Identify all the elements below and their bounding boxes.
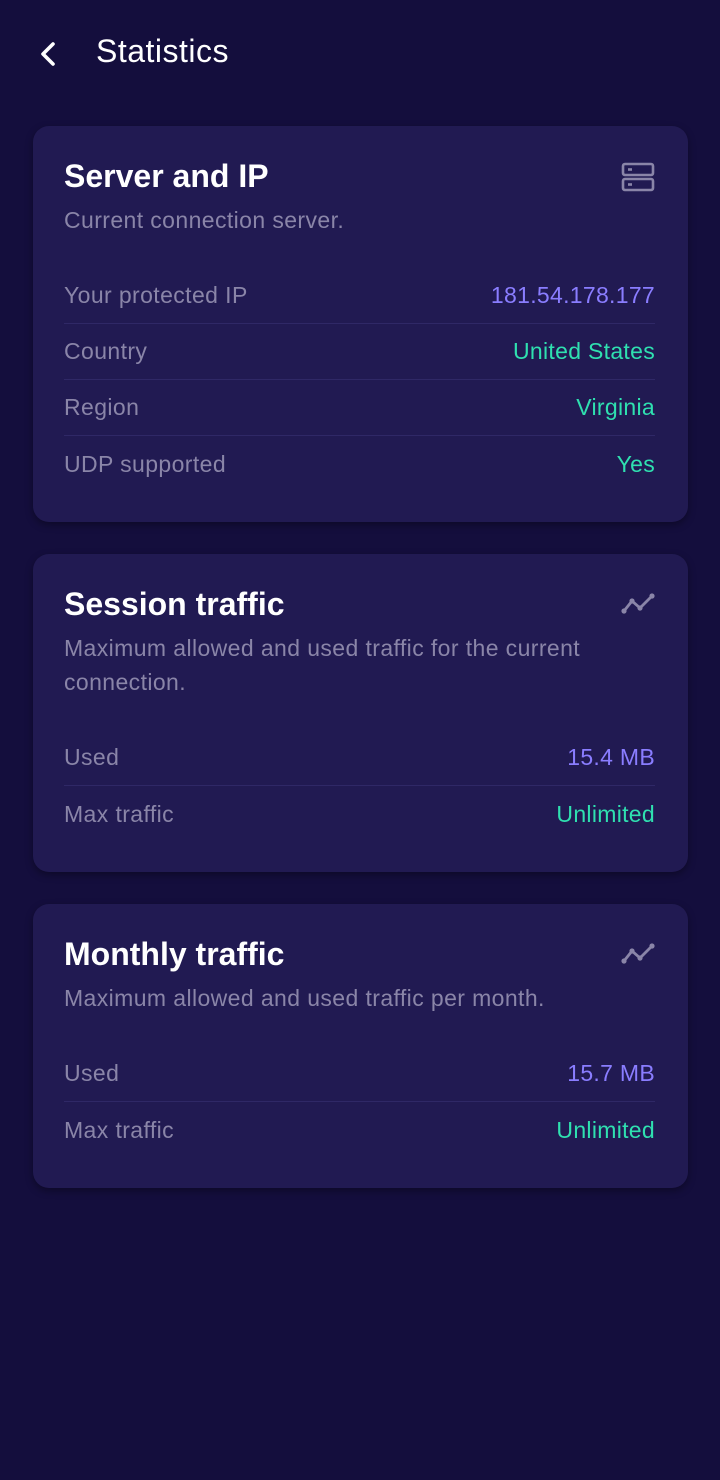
row-label: Your protected IP	[64, 282, 248, 308]
monthly-max-traffic-value: Unlimited	[556, 1116, 655, 1143]
row-label: Country	[64, 338, 148, 364]
row-protected-ip: Your protected IP 181.54.178.177	[64, 268, 655, 324]
session-used-value: 15.4 MB	[567, 744, 655, 770]
app-header: Statistics	[0, 0, 720, 104]
card-description: Maximum allowed and used traffic per mon…	[64, 985, 545, 1011]
row-label: Max traffic	[64, 800, 175, 827]
back-button[interactable]	[28, 32, 68, 76]
card-description: Current connection server.	[64, 207, 345, 233]
card-title: Session traffic	[64, 586, 285, 622]
region-value: Virginia	[576, 394, 655, 420]
row-label: Region	[64, 394, 140, 420]
session-max-traffic-value: Unlimited	[556, 800, 655, 827]
row-country: Country United States	[64, 324, 655, 380]
row-used: Used 15.4 MB	[64, 730, 655, 786]
row-label: UDP supported	[64, 450, 227, 477]
row-udp-supported: UDP supported Yes	[64, 436, 655, 492]
session-traffic-card: Session traffic Maximum allowed and used…	[33, 554, 688, 872]
card-title: Monthly traffic	[64, 936, 285, 972]
row-label: Used	[64, 1060, 120, 1086]
monthly-traffic-card: Monthly traffic Maximum allowed and used…	[33, 904, 688, 1188]
row-max-traffic: Max traffic Unlimited	[64, 786, 655, 842]
udp-supported-value: Yes	[616, 450, 655, 477]
page-title: Statistics	[96, 33, 230, 69]
row-label: Max traffic	[64, 1116, 175, 1143]
trend-line-icon	[621, 943, 655, 964]
country-value: United States	[513, 338, 655, 364]
row-max-traffic: Max traffic Unlimited	[64, 1102, 655, 1158]
row-region: Region Virginia	[64, 380, 655, 436]
session-traffic-list: Used 15.4 MB Max traffic Unlimited	[64, 730, 655, 842]
monthly-used-value: 15.7 MB	[567, 1060, 655, 1086]
row-label: Used	[64, 744, 120, 770]
row-used: Used 15.7 MB	[64, 1046, 655, 1102]
card-description: Maximum allowed and used traffic for the…	[64, 635, 581, 695]
protected-ip-value: 181.54.178.177	[490, 282, 655, 308]
trend-line-icon	[621, 593, 655, 614]
server-icon	[621, 162, 655, 192]
chevron-left-icon	[41, 42, 55, 66]
card-title: Server and IP	[64, 158, 269, 194]
monthly-traffic-list: Used 15.7 MB Max traffic Unlimited	[64, 1046, 655, 1158]
server-and-ip-card: Server and IP Current connection server.…	[33, 126, 688, 522]
server-info-list: Your protected IP 181.54.178.177 Country…	[64, 268, 655, 492]
